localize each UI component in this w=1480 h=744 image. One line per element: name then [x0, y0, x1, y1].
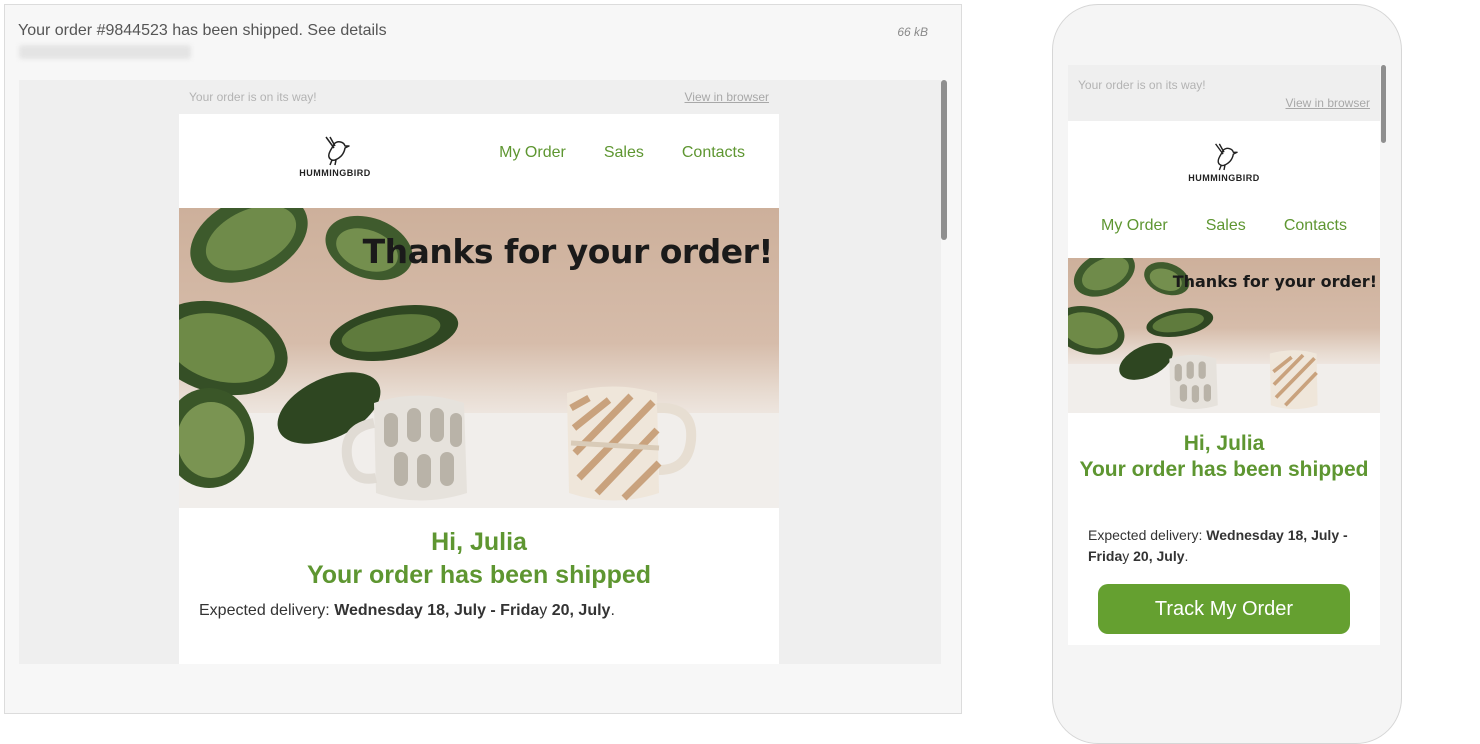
mobile-expected-delivery: Expected delivery: Wednesday 18, July - … — [1088, 525, 1368, 567]
mobile-view-in-browser-link[interactable]: View in browser — [1286, 96, 1370, 110]
mobile-delivery-period: . — [1184, 548, 1189, 564]
mobile-nav-contacts[interactable]: Contacts — [1284, 217, 1347, 235]
hero-image: Thanks for your order! — [179, 208, 779, 508]
mobile-preview: Your order is on its way! View in browse… — [1052, 4, 1402, 744]
nav-my-order[interactable]: My Order — [499, 144, 566, 162]
greeting-name: Hi, Julia — [431, 528, 527, 556]
mobile-preheader-text: Your order is on its way! — [1078, 78, 1206, 92]
email-subject[interactable]: Your order #9844523 has been shipped. Se… — [18, 22, 387, 40]
expected-delivery: Expected delivery: Wednesday 18, July - … — [199, 602, 759, 620]
desktop-scrollbar[interactable] — [941, 80, 947, 664]
view-in-browser-link[interactable]: View in browser — [685, 90, 769, 104]
mobile-greeting-name: Hi, Julia — [1183, 432, 1265, 455]
logo-text: HUMMINGBIRD — [299, 168, 371, 178]
nav-contacts[interactable]: Contacts — [682, 144, 745, 162]
email-body: HUMMINGBIRD My Order Sales Contacts Than… — [179, 114, 779, 664]
email-header: HUMMINGBIRD My Order Sales Contacts — [179, 114, 779, 208]
hummingbird-icon — [1215, 143, 1238, 171]
delivery-label: Expected delivery: — [199, 602, 335, 619]
email-size: 66 kB — [897, 25, 928, 39]
delivery-period: . — [610, 602, 615, 619]
mobile-scrollbar[interactable] — [1381, 65, 1386, 143]
shipped-headline: Your order has been shipped — [306, 561, 652, 589]
mobile-track-order-button[interactable]: Track My Order — [1098, 584, 1350, 634]
hummingbird-icon — [325, 136, 350, 166]
mobile-delivery-label: Expected delivery: — [1088, 527, 1207, 543]
sender-address-blurred — [19, 45, 191, 59]
scrollbar-thumb[interactable] — [941, 80, 947, 240]
email-nav: My Order Sales Contacts — [499, 144, 745, 162]
delivery-date-start: Wednesday 18, July - Frida — [334, 602, 540, 619]
brand-logo[interactable]: HUMMINGBIRD — [299, 134, 371, 178]
mobile-nav-my-order[interactable]: My Order — [1101, 217, 1168, 235]
mobile-hero-image: Thanks for your order! — [1068, 258, 1380, 413]
mobile-greeting-block: Hi, Julia Your order has been shipped — [1068, 431, 1380, 483]
mobile-brand-logo[interactable]: HUMMINGBIRD — [1068, 141, 1380, 183]
mobile-delivery-date-end: 20, July — [1129, 548, 1185, 564]
hero-title: Thanks for your order! — [362, 232, 774, 271]
mobile-logo-text: HUMMINGBIRD — [1188, 173, 1260, 183]
mobile-email-nav: My Order Sales Contacts — [1068, 217, 1380, 235]
greeting-block: Hi, Julia Your order has been shipped — [179, 528, 779, 590]
mobile-nav-sales[interactable]: Sales — [1206, 217, 1246, 235]
preheader-text: Your order is on its way! — [189, 90, 317, 104]
email-canvas: Your order is on its way! View in browse… — [19, 80, 941, 664]
desktop-preview: Your order #9844523 has been shipped. Se… — [4, 4, 962, 714]
mobile-email-body: HUMMINGBIRD My Order Sales Contacts Than… — [1068, 121, 1380, 645]
nav-sales[interactable]: Sales — [604, 144, 644, 162]
mobile-screen: Your order is on its way! View in browse… — [1068, 65, 1380, 645]
mobile-shipped-headline: Your order has been shipped — [1079, 458, 1369, 481]
mobile-hero-title: Thanks for your order! — [1172, 272, 1377, 291]
delivery-date-end: 20, July — [547, 602, 611, 619]
